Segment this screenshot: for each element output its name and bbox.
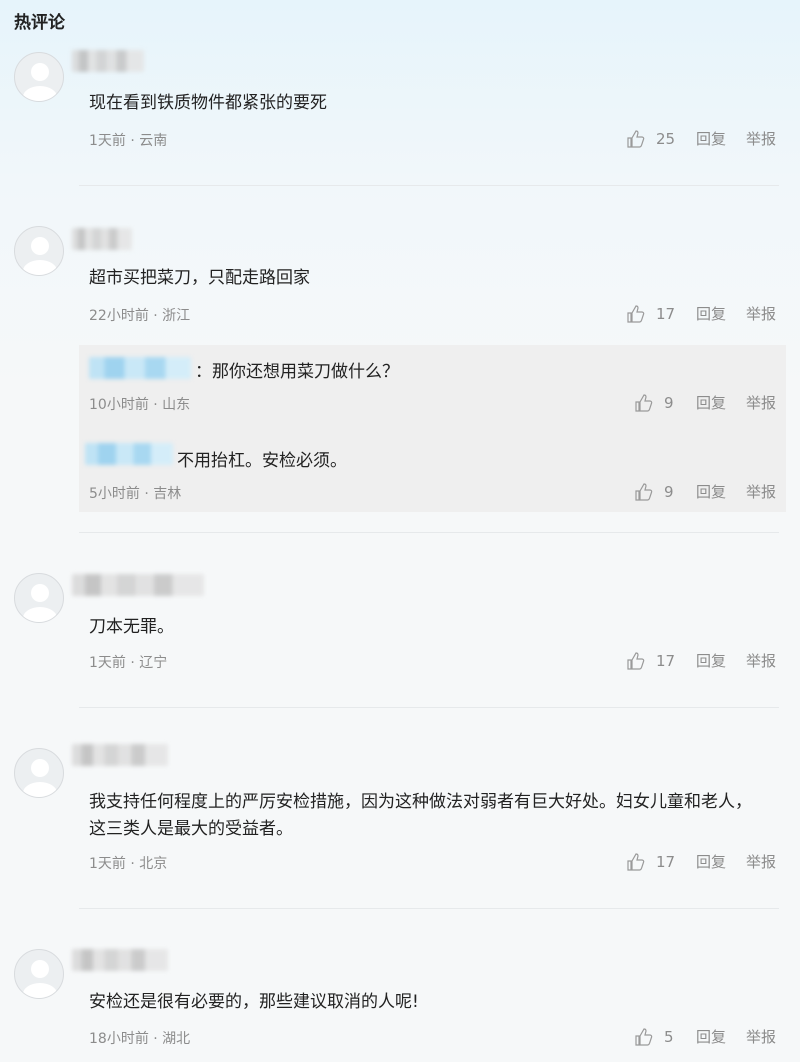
report-button[interactable]: 举报: [746, 481, 776, 502]
comment-text: 这三类人是最大的受益者。: [89, 819, 293, 839]
reply-button[interactable]: 回复: [696, 392, 726, 413]
avatar[interactable]: [14, 52, 64, 102]
username[interactable]: [72, 228, 132, 250]
reply-button[interactable]: 回复: [696, 128, 726, 149]
default-avatar-icon: [23, 237, 57, 275]
divider: [79, 532, 779, 533]
section-title: 热评论: [14, 13, 65, 33]
comment-meta: 1天前 · 北京: [89, 856, 168, 872]
reply-username[interactable]: [89, 357, 191, 379]
like-count: 9: [663, 482, 674, 501]
report-button[interactable]: 举报: [746, 303, 776, 324]
thumbs-up-icon[interactable]: [626, 304, 646, 324]
username[interactable]: [72, 50, 144, 72]
comment-actions: 17 回复 举报: [626, 650, 776, 671]
divider: [79, 185, 779, 186]
comment-actions: 17 回复 举报: [626, 303, 776, 324]
thumbs-up-icon[interactable]: [634, 393, 654, 413]
comment-text: 超市买把菜刀，只配走路回家: [89, 268, 310, 288]
comment-meta: 1天前 · 辽宁: [89, 655, 168, 671]
divider: [79, 707, 779, 708]
thumbs-up-icon[interactable]: [626, 129, 646, 149]
reply-text: ：那你还想用菜刀做什么？: [195, 362, 399, 382]
avatar[interactable]: [14, 573, 64, 623]
username[interactable]: [72, 949, 168, 971]
like-count: 5: [663, 1027, 674, 1046]
comment-text: 现在看到铁质物件都紧张的要死: [89, 93, 327, 113]
avatar[interactable]: [14, 748, 64, 798]
comment-text: 安检还是很有必要的，那些建议取消的人呢!: [89, 992, 419, 1012]
comment-meta: 1天前 · 云南: [89, 133, 168, 149]
default-avatar-icon: [23, 63, 57, 101]
like-count: 25: [655, 129, 676, 148]
report-button[interactable]: 举报: [746, 1026, 776, 1047]
username[interactable]: [72, 574, 204, 596]
like-count: 17: [655, 651, 676, 670]
reply-actions: 9 回复 举报: [634, 392, 776, 413]
avatar[interactable]: [14, 949, 64, 999]
comment-text: 刀本无罪。: [89, 617, 174, 637]
reply-username[interactable]: [85, 443, 173, 465]
comment-meta: 18小时前 · 湖北: [89, 1031, 191, 1047]
comment-actions: 17 回复 举报: [626, 851, 776, 872]
replies-box: ：那你还想用菜刀做什么？ 10小时前 · 山东 9 回复 举报 不用抬杠。安检必…: [79, 345, 786, 512]
reply-meta: 10小时前 · 山东: [89, 397, 191, 413]
reply-button[interactable]: 回复: [696, 481, 726, 502]
thumbs-up-icon[interactable]: [626, 651, 646, 671]
report-button[interactable]: 举报: [746, 851, 776, 872]
reply-button[interactable]: 回复: [696, 303, 726, 324]
like-count: 9: [663, 393, 674, 412]
divider: [79, 908, 779, 909]
default-avatar-icon: [23, 759, 57, 797]
reply-text: 不用抬杠。安检必须。: [177, 451, 347, 471]
like-count: 17: [655, 852, 676, 871]
report-button[interactable]: 举报: [746, 650, 776, 671]
comment-actions: 25 回复 举报: [626, 128, 776, 149]
comment-text: 我支持任何程度上的严厉安检措施，因为这种做法对弱者有巨大好处。妇女儿童和老人，: [89, 792, 752, 812]
comment-meta: 22小时前 · 浙江: [89, 308, 191, 324]
default-avatar-icon: [23, 960, 57, 998]
username[interactable]: [72, 744, 168, 766]
reply-button[interactable]: 回复: [696, 851, 726, 872]
thumbs-up-icon[interactable]: [634, 482, 654, 502]
comment-actions: 5 回复 举报: [634, 1026, 776, 1047]
reply-actions: 9 回复 举报: [634, 481, 776, 502]
default-avatar-icon: [23, 584, 57, 622]
thumbs-up-icon[interactable]: [626, 852, 646, 872]
thumbs-up-icon[interactable]: [634, 1027, 654, 1047]
report-button[interactable]: 举报: [746, 128, 776, 149]
like-count: 17: [655, 304, 676, 323]
reply-button[interactable]: 回复: [696, 1026, 726, 1047]
avatar[interactable]: [14, 226, 64, 276]
reply-meta: 5小时前 · 吉林: [89, 486, 182, 502]
reply-button[interactable]: 回复: [696, 650, 726, 671]
report-button[interactable]: 举报: [746, 392, 776, 413]
